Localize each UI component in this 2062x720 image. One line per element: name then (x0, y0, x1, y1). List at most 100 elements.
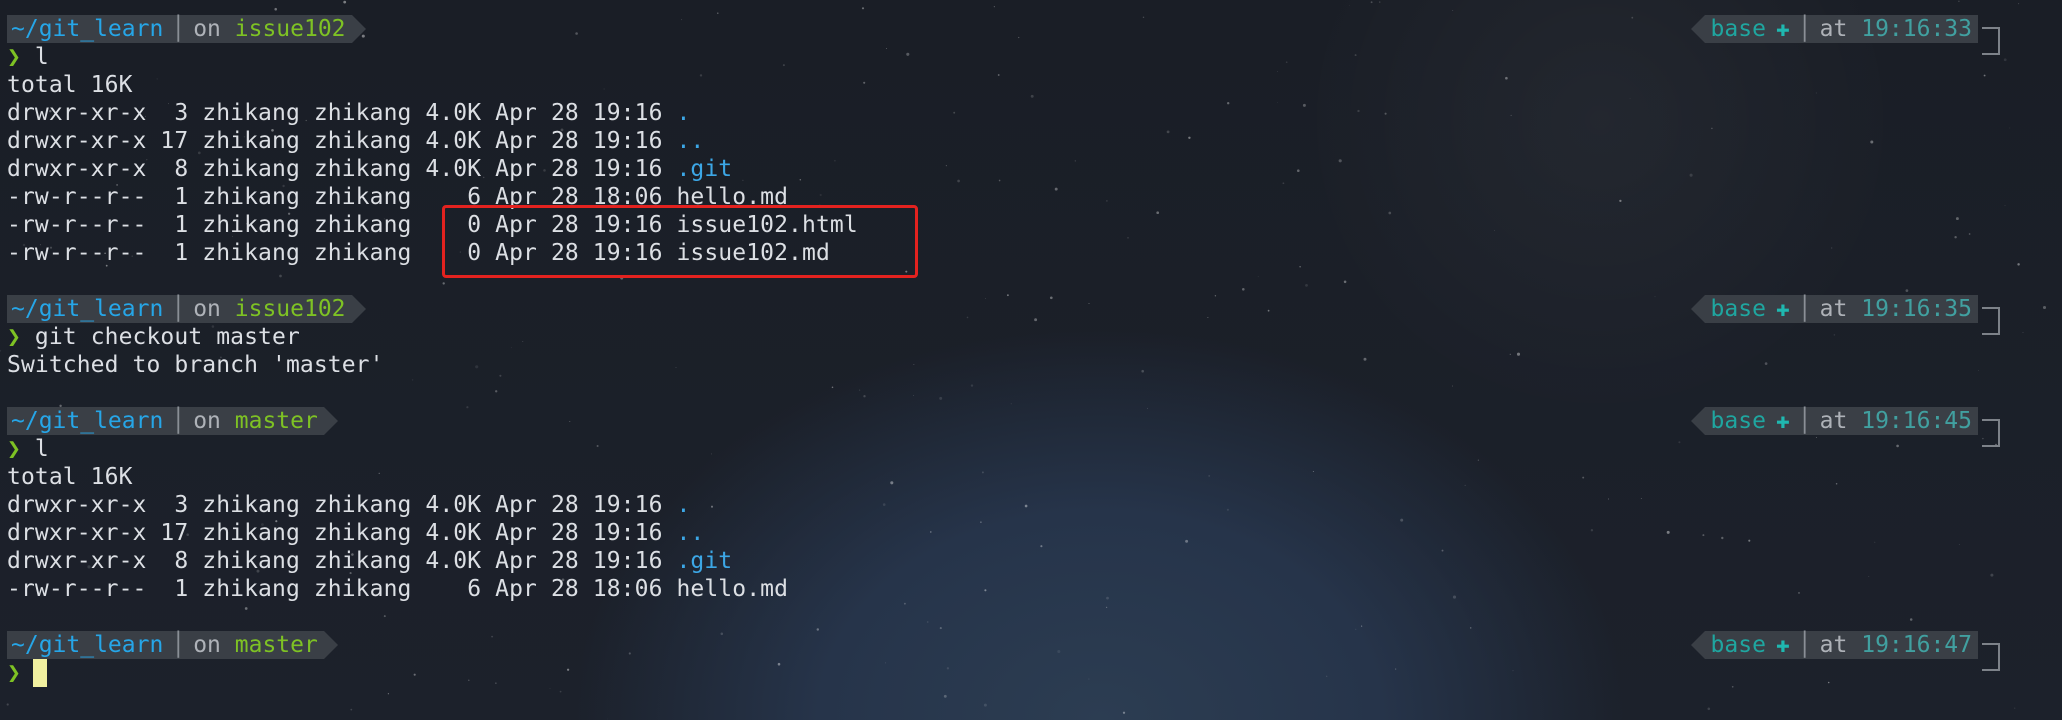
ls-meta: drwxr-xr-x 3 zhikang zhikang 4.0K Apr 28… (7, 100, 677, 126)
ls-meta: drwxr-xr-x 17 zhikang zhikang 4.0K Apr 2… (7, 520, 677, 546)
ls-row: drwxr-xr-x 8 zhikang zhikang 4.0K Apr 28… (7, 155, 732, 183)
ls-name: .. (676, 128, 705, 154)
command-line-2[interactable]: ❯ git checkout master (7, 323, 300, 351)
segment-separator: │ (1795, 295, 1814, 323)
on-label: on (193, 408, 221, 434)
ls-name: . (676, 100, 691, 126)
on-label: on (193, 632, 221, 658)
dir-segment: ~/git_learn (7, 631, 170, 659)
segment-separator: │ (169, 295, 188, 323)
segment-separator: │ (1795, 15, 1814, 43)
dir-segment: ~/git_learn (7, 15, 170, 43)
ls-row: -rw-r--r-- 1 zhikang zhikang 6 Apr 28 18… (7, 575, 788, 603)
ls-meta: drwxr-xr-x 8 zhikang zhikang 4.0K Apr 28… (7, 548, 677, 574)
env-name: base (1710, 16, 1766, 42)
ls-name: .. (676, 520, 705, 546)
on-label: on (193, 296, 221, 322)
command-text: git checkout master (34, 324, 300, 350)
env-name: base (1710, 296, 1766, 322)
command-text: l (34, 44, 49, 70)
red-highlight-annotation (442, 205, 918, 278)
env-name: base (1710, 408, 1766, 434)
powerline-left-arrow-icon (1690, 407, 1705, 435)
prompt-bracket (1982, 307, 2000, 335)
prompt-bracket (1982, 27, 2000, 55)
prompt-bracket (1982, 419, 2000, 447)
branch-name: master (234, 632, 318, 658)
python-icon: ✚ (1775, 632, 1790, 658)
prompt-right-4: base ✚ │ at 19:16:47 (1690, 631, 2000, 671)
git-branch-segment: on issue102 (187, 15, 352, 43)
prompt-left-2: ~/git_learn │ on issue102 (7, 295, 366, 323)
clock-time: 19:16:47 (1861, 632, 1972, 658)
segment-separator: │ (169, 15, 188, 43)
prompt-bracket (1982, 643, 2000, 671)
time-segment: at 19:16:35 (1813, 295, 1978, 323)
powerline-arrow-icon (351, 295, 366, 323)
prompt-chevron-icon: ❯ (7, 660, 21, 686)
python-icon: ✚ (1775, 408, 1790, 434)
ls-meta: -rw-r--r-- 1 zhikang zhikang 6 Apr 28 18… (7, 576, 677, 602)
segment-separator: │ (169, 407, 188, 435)
clock-time: 19:16:45 (1861, 408, 1972, 434)
ls-row: drwxr-xr-x 3 zhikang zhikang 4.0K Apr 28… (7, 99, 690, 127)
branch-name: issue102 (234, 16, 346, 42)
branch-name: issue102 (234, 296, 346, 322)
ls-meta: drwxr-xr-x 8 zhikang zhikang 4.0K Apr 28… (7, 156, 677, 182)
powerline-arrow-icon (323, 407, 338, 435)
env-name: base (1710, 632, 1766, 658)
python-icon: ✚ (1775, 296, 1790, 322)
command-line-4[interactable]: ❯ (7, 659, 47, 687)
on-label: on (193, 16, 221, 42)
time-segment: at 19:16:45 (1813, 407, 1978, 435)
ls-name: hello.md (676, 576, 789, 602)
ls-name: .git (676, 156, 733, 182)
segment-separator: │ (169, 631, 188, 659)
ls-row: drwxr-xr-x 17 zhikang zhikang 4.0K Apr 2… (7, 127, 704, 155)
conda-env-segment: base ✚ (1704, 295, 1796, 323)
git-branch-segment: on master (187, 407, 324, 435)
at-label: at (1819, 408, 1848, 434)
powerline-arrow-icon (323, 631, 338, 659)
conda-env-segment: base ✚ (1704, 407, 1796, 435)
segment-separator: │ (1795, 631, 1814, 659)
clock-time: 19:16:35 (1861, 296, 1972, 322)
ls-name: .git (676, 548, 733, 574)
terminal-window[interactable]: ~/git_learn │ on issue102 base ✚ │ at 19:… (0, 0, 2062, 720)
checkout-output: Switched to branch 'master' (7, 352, 384, 378)
git-branch-segment: on master (187, 631, 324, 659)
ls-meta: drwxr-xr-x 17 zhikang zhikang 4.0K Apr 2… (7, 128, 677, 154)
ls-row: drwxr-xr-x 3 zhikang zhikang 4.0K Apr 28… (7, 491, 690, 519)
at-label: at (1819, 632, 1848, 658)
prompt-left-4: ~/git_learn │ on master (7, 631, 338, 659)
prompt-right-1: base ✚ │ at 19:16:33 (1690, 15, 2000, 55)
branch-name: master (234, 408, 318, 434)
dir-segment: ~/git_learn (7, 407, 170, 435)
ls-meta: drwxr-xr-x 3 zhikang zhikang 4.0K Apr 28… (7, 492, 677, 518)
powerline-arrow-icon (351, 15, 366, 43)
ls-row: drwxr-xr-x 17 zhikang zhikang 4.0K Apr 2… (7, 519, 704, 547)
clock-time: 19:16:33 (1861, 16, 1972, 42)
time-segment: at 19:16:47 (1813, 631, 1978, 659)
conda-env-segment: base ✚ (1704, 631, 1796, 659)
command-text: l (34, 436, 49, 462)
git-branch-segment: on issue102 (187, 295, 352, 323)
python-icon: ✚ (1775, 16, 1790, 42)
prompt-right-2: base ✚ │ at 19:16:35 (1690, 295, 2000, 335)
ls-total: total 16K (7, 464, 133, 490)
segment-separator: │ (1795, 407, 1814, 435)
powerline-left-arrow-icon (1690, 295, 1705, 323)
prompt-left-3: ~/git_learn │ on master (7, 407, 338, 435)
text-cursor (32, 659, 47, 687)
prompt-left-1: ~/git_learn │ on issue102 (7, 15, 366, 43)
dir-segment: ~/git_learn (7, 295, 170, 323)
ls-row: drwxr-xr-x 8 zhikang zhikang 4.0K Apr 28… (7, 547, 732, 575)
at-label: at (1819, 296, 1848, 322)
powerline-left-arrow-icon (1690, 631, 1705, 659)
powerline-left-arrow-icon (1690, 15, 1705, 43)
time-segment: at 19:16:33 (1813, 15, 1978, 43)
ls-name: . (676, 492, 691, 518)
command-line-3[interactable]: ❯ l (7, 435, 49, 463)
prompt-chevron-icon: ❯ (7, 324, 21, 350)
command-line-1[interactable]: ❯ l (7, 43, 49, 71)
